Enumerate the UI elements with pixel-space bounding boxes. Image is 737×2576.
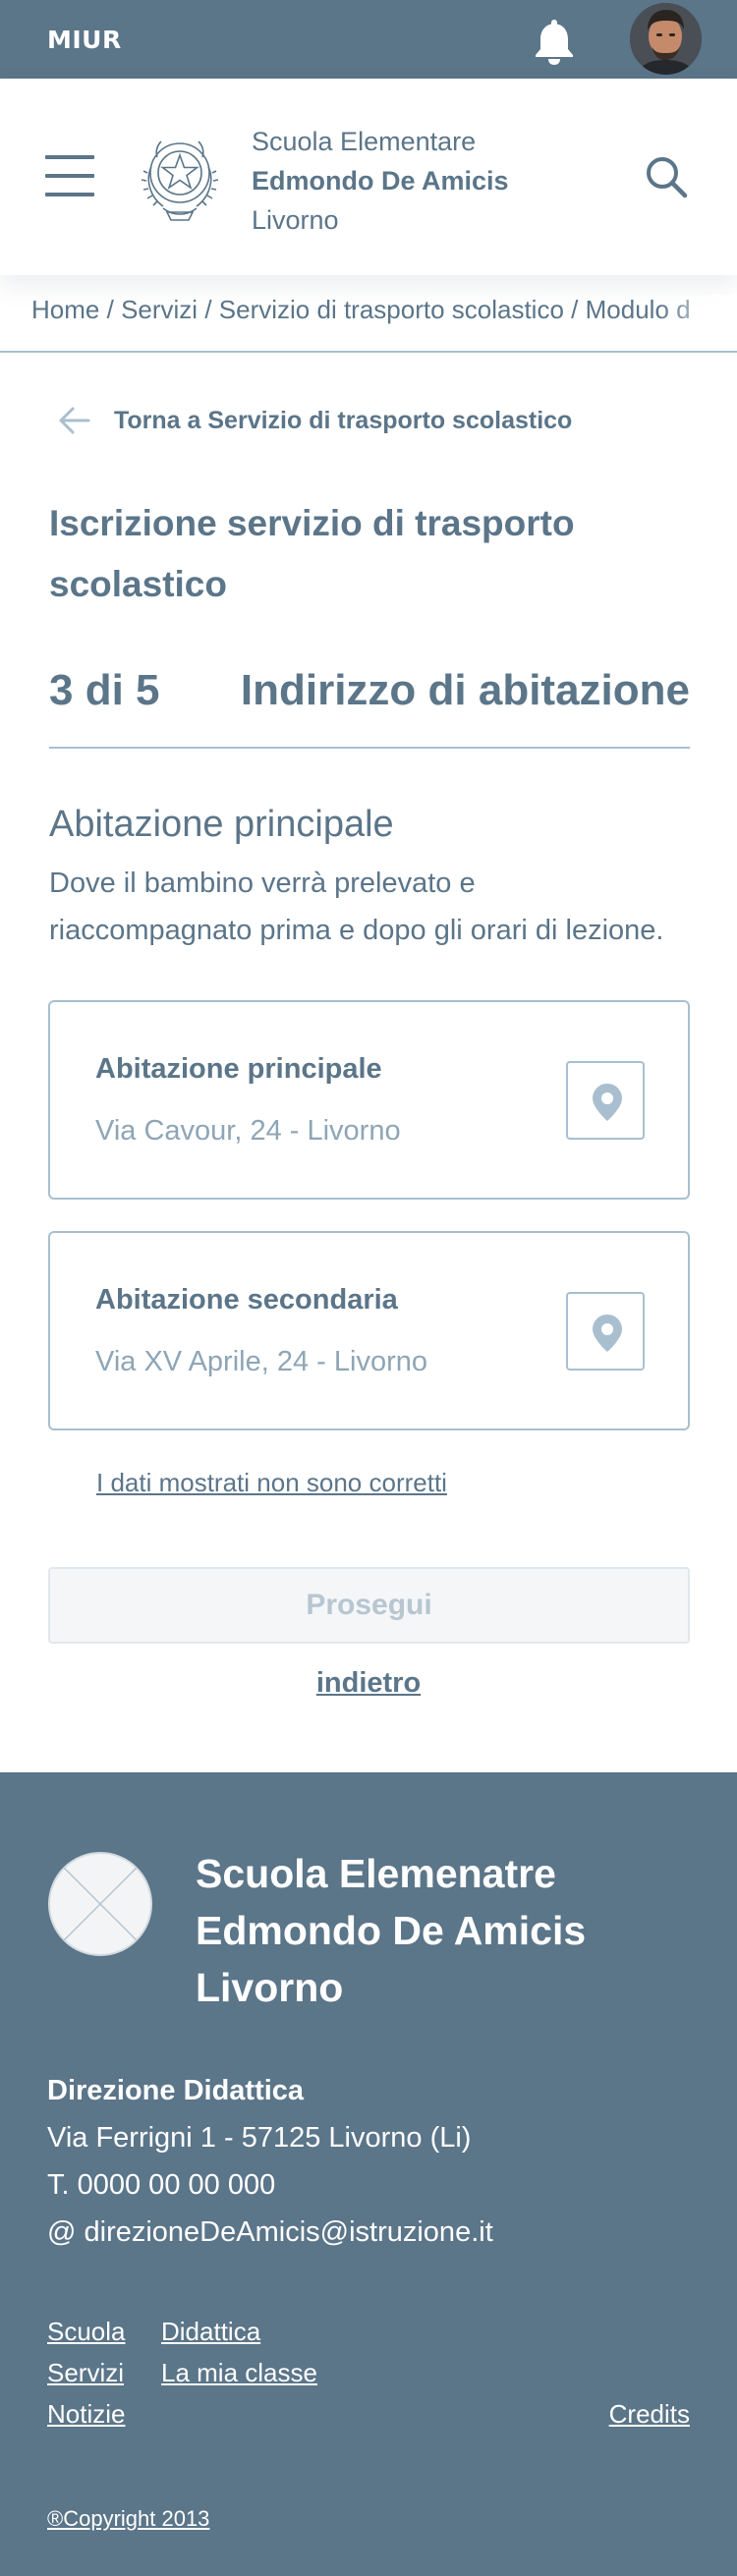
footer-school-name[interactable]: Scuola Elemenatre Edmondo De Amicis Livo… (196, 1845, 586, 2016)
breadcrumb-separator: / (106, 295, 114, 324)
back-link-label: Torna a Servizio di trasporto scolastico (114, 406, 573, 434)
placeholder-logo-icon (48, 1852, 152, 1956)
address-card-value: Via XV Aprile, 24 - Livorno (95, 1346, 427, 1377)
breadcrumb-servizi[interactable]: Servizi (121, 295, 198, 324)
breadcrumb-home[interactable]: Home (31, 295, 99, 324)
page-title-line: Iscrizione servizio di trasporto (49, 503, 575, 543)
office-name: Direzione Didattica (47, 2075, 305, 2106)
footer-link-notizie[interactable]: Notizie (47, 2399, 125, 2430)
page-title: Iscrizione servizio di trasporto scolast… (49, 493, 658, 615)
map-pin-button[interactable] (566, 1061, 645, 1140)
section-description: Dove il bambino verrà prelevato e riacco… (49, 860, 717, 954)
breadcrumb-trasporto[interactable]: Servizio di trasporto scolastico (219, 295, 564, 324)
footer-link-la-mia-classe[interactable]: La mia classe (161, 2358, 317, 2388)
school-title: Edmondo De Amicis (252, 166, 509, 196)
site-footer: Scuola Elemenatre Edmondo De Amicis Livo… (0, 1772, 737, 2576)
footer-school-line: Edmondo De Amicis (196, 1908, 587, 1953)
section-description-line: riaccompagnato prima e dopo gli orari di… (49, 915, 664, 946)
step-title: Indirizzo di abitazione (240, 666, 690, 714)
office-phone[interactable]: T. 0000 00 00 000 (47, 2161, 493, 2209)
footer-link-didattica[interactable]: Didattica (161, 2317, 260, 2347)
school-name[interactable]: Scuola Elementare Edmondo De Amicis Livo… (252, 122, 509, 240)
footer-contacts: Direzione Didattica Via Ferrigni 1 - 571… (47, 2067, 493, 2256)
address-card-label: Abitazione secondaria (95, 1284, 398, 1316)
footer-link-credits[interactable]: Credits (609, 2399, 690, 2430)
breadcrumb-separator: / (571, 295, 579, 324)
step-count: 3 di 5 (49, 666, 160, 714)
bell-icon[interactable] (531, 17, 578, 66)
school-city: Livorno (252, 205, 339, 235)
address-card-label: Abitazione principale (95, 1053, 382, 1085)
breadcrumb-separator: / (204, 295, 212, 324)
arrow-left-icon (59, 407, 90, 434)
breadcrumb-divider (0, 351, 737, 353)
continue-button[interactable]: Prosegui (48, 1567, 690, 1644)
brand-label[interactable]: MIUR (47, 26, 122, 54)
back-button[interactable]: indietro (0, 1667, 737, 1700)
school-type: Scuola Elementare (252, 127, 477, 156)
map-pin-icon (593, 1315, 622, 1352)
copyright-link[interactable]: ®Copyright 2013 (47, 2506, 209, 2532)
section-title: Abitazione principale (49, 804, 394, 845)
top-bar: MIUR (0, 0, 737, 79)
page-title-line: scolastico (49, 564, 227, 604)
office-email[interactable]: @ direzioneDeAmicis@istruzione.it (47, 2209, 493, 2256)
footer-school-line: Livorno (196, 1965, 344, 2010)
back-to-service-link[interactable]: Torna a Servizio di trasporto scolastico (57, 401, 572, 440)
incorrect-data-link[interactable]: I dati mostrati non sono corretti (96, 1468, 447, 1498)
user-avatar[interactable] (630, 3, 702, 75)
address-card-secondary[interactable]: Abitazione secondaria Via XV Aprile, 24 … (48, 1231, 690, 1430)
search-icon[interactable] (644, 154, 689, 199)
hamburger-menu-icon[interactable] (45, 155, 94, 196)
site-header: Scuola Elementare Edmondo De Amicis Livo… (0, 79, 737, 275)
address-card-primary[interactable]: Abitazione principale Via Cavour, 24 - L… (48, 1000, 690, 1200)
map-pin-icon (593, 1084, 622, 1121)
footer-link-servizi[interactable]: Servizi (47, 2358, 124, 2388)
breadcrumb-fade (658, 295, 737, 334)
section-description-line: Dove il bambino verrà prelevato e (49, 868, 476, 899)
step-indicator: 3 di 5 Indirizzo di abitazione (49, 666, 690, 749)
breadcrumb: Home / Servizi / Servizio di trasporto s… (31, 295, 737, 334)
address-card-value: Via Cavour, 24 - Livorno (95, 1115, 401, 1147)
footer-link-scuola[interactable]: Scuola (47, 2317, 126, 2347)
map-pin-button[interactable] (566, 1292, 645, 1371)
office-address: Via Ferrigni 1 - 57125 Livorno (Li) (47, 2122, 472, 2154)
italian-republic-emblem-icon[interactable] (138, 128, 222, 224)
footer-school-line: Scuola Elemenatre (196, 1851, 556, 1896)
